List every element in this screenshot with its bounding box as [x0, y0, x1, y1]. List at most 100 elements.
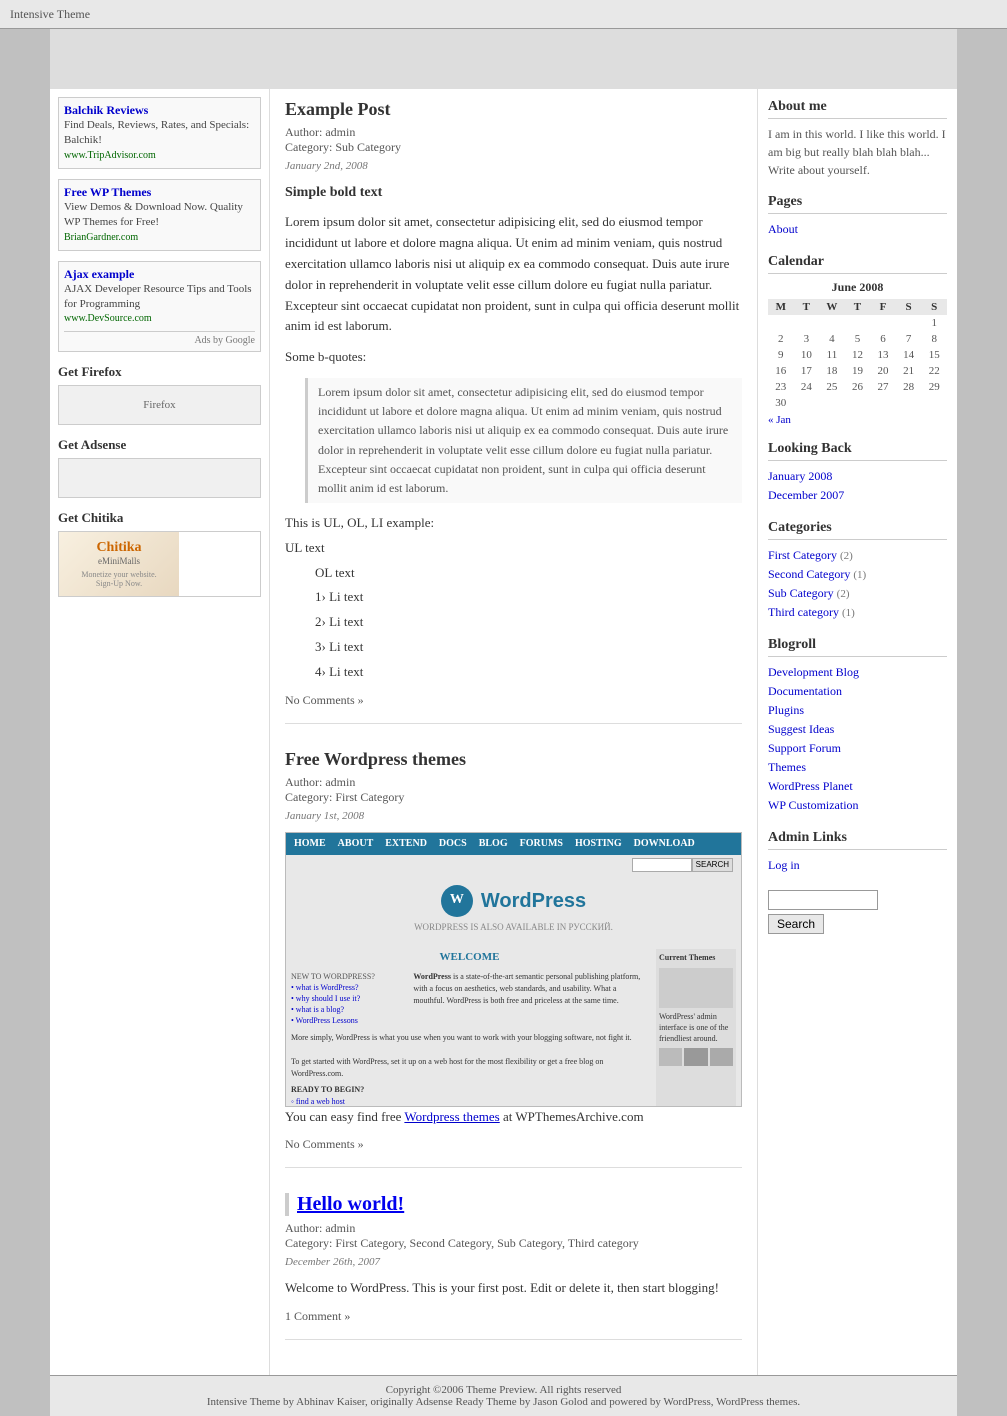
login-link[interactable]: Log in: [768, 858, 800, 872]
no-comments-link-wpthemes[interactable]: No Comments »: [285, 1137, 364, 1151]
wp-nav-blog: BLOG: [479, 836, 508, 852]
looking-back-link-jan2008[interactable]: January 2008: [768, 469, 832, 483]
no-comments-wpthemes: No Comments »: [285, 1137, 742, 1152]
post-title-example: Example Post: [285, 99, 742, 120]
wp-screenshot: HOME ABOUT EXTEND DOCS BLOG FORUMS HOSTI…: [285, 832, 742, 1107]
ad-link-ajax[interactable]: Ajax example: [64, 267, 134, 281]
no-comments-example: No Comments »: [285, 693, 742, 708]
category-item-sub: Sub Category (2): [768, 584, 947, 603]
blogroll-link-themes[interactable]: Themes: [768, 760, 806, 774]
calendar-table: M T W T F S S 1: [768, 299, 947, 411]
category-link-first[interactable]: First Category: [768, 548, 837, 562]
blogroll-link-plugins[interactable]: Plugins: [768, 703, 804, 717]
wp-themes-text: WordPress' admin interface is one of the…: [659, 1011, 733, 1045]
wrapper: Balchik Reviews Find Deals, Reviews, Rat…: [50, 29, 957, 1416]
pages-title: Pages: [768, 194, 947, 214]
wp-ready: READY TO BEGIN? ◦ find a web host ◦ down…: [291, 1084, 648, 1107]
right-sidebar: About me I am in this world. I like this…: [757, 89, 957, 1375]
looking-back-link-dec2007[interactable]: December 2007: [768, 488, 844, 502]
wp-search-button[interactable]: SEARCH: [692, 858, 733, 872]
footer-copyright: Copyright ©2006 Theme Preview. All right…: [58, 1384, 949, 1396]
post-title-link-wpthemes[interactable]: Free Wordpress themes: [285, 749, 466, 769]
blogroll-link-devblog[interactable]: Development Blog: [768, 665, 859, 679]
widget-blogroll: Blogroll Development Blog Documentation …: [768, 637, 947, 815]
main-content: Example Post Author: admin Category: Sub…: [270, 89, 757, 1375]
calendar-prev-link[interactable]: « Jan: [768, 414, 791, 426]
ad-block-tripadvisor: Balchik Reviews Find Deals, Reviews, Rat…: [58, 97, 261, 169]
wp-logo-tagline: WORDPRESS IS ALSO AVAILABLE IN РУССКИЙ.: [296, 920, 731, 934]
cal-th-t2: T: [845, 299, 871, 315]
left-sidebar: Balchik Reviews Find Deals, Reviews, Rat…: [50, 89, 270, 1375]
category-link-sub[interactable]: Sub Category: [768, 586, 834, 600]
cal-row-4: 16171819202122: [768, 363, 947, 379]
ad-link-wpthemes[interactable]: Free WP Themes: [64, 185, 151, 199]
firefox-widget: Firefox: [58, 385, 261, 425]
search-input[interactable]: [768, 890, 878, 910]
blogroll-link-wpplanet[interactable]: WordPress Planet: [768, 779, 853, 793]
ads-by-google: Ads by Google: [194, 335, 255, 346]
chitika-img: Chitika eMiniMalls Monetize your website…: [59, 532, 179, 596]
pages-list: About: [768, 220, 947, 239]
blogroll-link-support[interactable]: Support Forum: [768, 741, 841, 755]
wp-logo-circle: W: [441, 885, 473, 917]
wp-theme-img-2: [684, 1048, 707, 1066]
ul-ol-section: This is UL, OL, LI example: UL text OL t…: [285, 513, 742, 683]
top-banner: [50, 29, 957, 89]
blogroll-list: Development Blog Documentation Plugins S…: [768, 663, 947, 815]
no-comments-link-example[interactable]: No Comments »: [285, 693, 364, 707]
blogroll-link-docs[interactable]: Documentation: [768, 684, 842, 698]
post-title-link-example[interactable]: Example Post: [285, 99, 391, 119]
wp-themes-text-body: You can easy find free Wordpress themes …: [285, 1107, 742, 1128]
get-chitika-label: Get Chitika: [58, 510, 261, 526]
post-title-link-hello[interactable]: Hello world!: [297, 1193, 404, 1215]
post-category-wpthemes: Category: First Category: [285, 790, 404, 804]
comment-link-hello-a[interactable]: 1 Comment »: [285, 1309, 350, 1323]
blogroll-title: Blogroll: [768, 637, 947, 657]
wp-body-content: WELCOME NEW TO WORDPRESS? • what is Word…: [286, 944, 741, 1107]
cal-th-s: S: [896, 299, 922, 315]
calendar-title: Calendar: [768, 254, 947, 274]
blogroll-link-wpcustom[interactable]: WP Customization: [768, 798, 859, 812]
category-count-first: (2): [840, 550, 853, 562]
post-date-example: January 2nd, 2008: [285, 160, 742, 172]
wp-theme-img-1: [659, 1048, 682, 1066]
search-button[interactable]: Search: [768, 914, 824, 934]
wp-welcome: WELCOME: [291, 949, 648, 967]
page-link-about[interactable]: About: [768, 222, 798, 236]
wp-nav-extend: EXTEND: [385, 836, 427, 852]
category-count-third: (1): [842, 607, 855, 619]
about-title: About me: [768, 99, 947, 119]
bquotes-label: Some b-quotes:: [285, 347, 742, 368]
blogroll-item-wpcustom: WP Customization: [768, 796, 947, 815]
wp-left-menu: NEW TO WORDPRESS? • what is WordPress? •…: [291, 971, 408, 1027]
wp-welcome-left: NEW TO WORDPRESS? • what is WordPress? •…: [291, 971, 408, 1027]
hello-body-text: Welcome to WordPress. This is your first…: [285, 1278, 742, 1299]
admin-link-login: Log in: [768, 856, 947, 875]
cal-row-5: 23242526272829: [768, 379, 947, 395]
adsense-widget: [58, 458, 261, 498]
post-author-example: Author: admin: [285, 125, 355, 139]
category-count-sub: (2): [837, 588, 850, 600]
post-example: Example Post Author: admin Category: Sub…: [285, 99, 742, 724]
ul-text: UL text: [285, 538, 742, 559]
li-item-4: 4› Li text: [315, 662, 742, 683]
wp-logo-row: W WordPress: [296, 885, 731, 917]
cal-th-s2: S: [921, 299, 947, 315]
blogroll-link-suggest[interactable]: Suggest Ideas: [768, 722, 834, 736]
post-hello-world: Hello world! Author: admin Category: Fir…: [285, 1193, 742, 1340]
wp-body-left: WELCOME NEW TO WORDPRESS? • what is Word…: [291, 949, 648, 1107]
cal-th-w: W: [819, 299, 845, 315]
category-link-second[interactable]: Second Category: [768, 567, 850, 581]
about-text: I am in this world. I like this world. I…: [768, 125, 947, 179]
ads-footer: Ads by Google: [64, 331, 255, 346]
category-link-third[interactable]: Third category: [768, 605, 839, 619]
post-wp-themes: Free Wordpress themes Author: admin Cate…: [285, 749, 742, 1169]
wordpress-themes-link[interactable]: Wordpress themes: [404, 1109, 499, 1124]
ad-link-balchik[interactable]: Balchik Reviews: [64, 103, 148, 117]
wp-nav-bar: HOME ABOUT EXTEND DOCS BLOG FORUMS HOSTI…: [286, 833, 741, 855]
header: Intensive Theme: [0, 0, 1007, 29]
cal-row-3: 9101112131415: [768, 347, 947, 363]
chitika-tagline: Monetize your website.Sign-Up Now.: [67, 570, 171, 588]
widget-admin-links: Admin Links Log in: [768, 830, 947, 875]
li-item-1: 1› Li text: [315, 587, 742, 608]
